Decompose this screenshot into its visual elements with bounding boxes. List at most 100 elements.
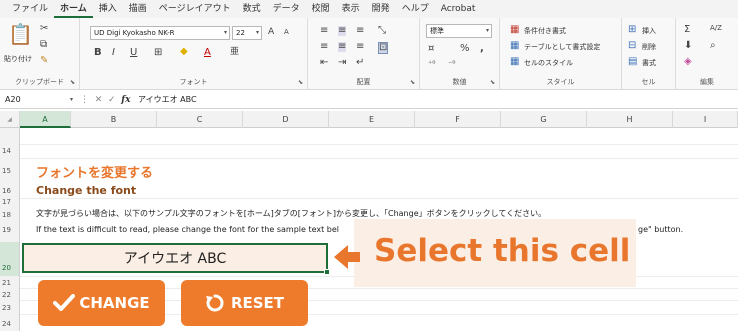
tab-file[interactable]: ファイル [6, 0, 54, 18]
delete-cells-button[interactable]: 削除 [642, 42, 656, 52]
row-header-20[interactable]: 20 [0, 242, 20, 276]
row-header-24[interactable]: 24 [0, 314, 20, 331]
clear-icon[interactable]: ◈ [684, 57, 692, 67]
fill-handle[interactable] [324, 269, 330, 275]
borders-icon[interactable]: ⊞ [154, 48, 162, 58]
cell-styles-button[interactable]: セルのスタイル [524, 58, 573, 68]
column-header-c[interactable]: C [157, 111, 243, 128]
number-format-select[interactable]: 標準 ▾ [426, 24, 492, 38]
sort-filter-button[interactable]: A/Z [710, 25, 722, 32]
font-color-button[interactable]: A [204, 48, 211, 58]
decrease-indent-icon[interactable]: ⇤ [320, 58, 328, 68]
column-header-g[interactable]: G [501, 111, 587, 128]
fill-color-icon[interactable]: ◆ [180, 47, 188, 57]
row-header-18[interactable]: 18 [0, 206, 20, 222]
paste-icon[interactable]: 📋 [8, 24, 33, 44]
column-header-f[interactable]: F [415, 111, 501, 128]
enter-icon[interactable]: ✓ [108, 95, 116, 105]
row-header-16[interactable]: 16 [0, 180, 20, 198]
tab-developer[interactable]: 開発 [366, 0, 396, 18]
align-left-icon[interactable]: ≡ [320, 42, 328, 52]
clipboard-launcher-icon[interactable]: ⬊ [70, 79, 75, 86]
delete-cells-icon[interactable]: ⊟ [628, 41, 636, 51]
row-header-21[interactable]: 21 [0, 276, 20, 288]
grow-font-icon[interactable]: A [268, 28, 274, 37]
cell-a20[interactable]: アイウエオ ABC [22, 243, 328, 273]
row-header-14[interactable]: 14 [0, 144, 20, 158]
align-bottom-icon[interactable]: ≡ [356, 26, 364, 36]
column-header-h[interactable]: H [587, 111, 673, 128]
align-center-icon[interactable]: ≡ [338, 42, 347, 52]
percent-button[interactable]: % [460, 44, 470, 54]
tab-acrobat[interactable]: Acrobat [435, 0, 482, 18]
more-icon[interactable]: ⋮ [80, 95, 89, 105]
cell-styles-icon[interactable]: ▦ [510, 57, 519, 67]
column-header-d[interactable]: D [243, 111, 329, 128]
tab-insert[interactable]: 挿入 [93, 0, 123, 18]
format-as-table-icon[interactable]: ▦ [510, 41, 519, 51]
tab-view[interactable]: 表示 [336, 0, 366, 18]
alignment-launcher-icon[interactable]: ⬊ [410, 79, 415, 86]
row-header-23[interactable]: 23 [0, 300, 20, 314]
format-cells-icon[interactable]: ▤ [628, 57, 637, 67]
cut-icon[interactable]: ✂ [40, 24, 48, 34]
tab-review[interactable]: 校閲 [306, 0, 336, 18]
bold-button[interactable]: B [94, 48, 102, 58]
conditional-format-icon[interactable]: ▦ [510, 25, 519, 35]
conditional-format-button[interactable]: 条件付き書式 [524, 26, 566, 36]
increase-decimal-icon[interactable]: ⁺⁰ [428, 60, 435, 68]
cancel-icon[interactable]: ✕ [95, 95, 103, 105]
tab-data[interactable]: データ [267, 0, 306, 18]
paste-label[interactable]: 貼り付け [4, 54, 32, 64]
fx-icon[interactable]: fx [121, 95, 130, 105]
shrink-font-icon[interactable]: A [284, 29, 289, 36]
format-as-table-button[interactable]: テーブルとして書式設定 [524, 42, 600, 52]
tab-help[interactable]: ヘルプ [396, 0, 435, 18]
ribbon-tabs: ファイル ホーム 挿入 描画 ページレイアウト 数式 データ 校閲 表示 開発 … [0, 0, 738, 18]
change-button[interactable]: CHANGE [38, 280, 165, 326]
formula-input[interactable]: アイウエオ ABC [138, 93, 197, 107]
column-header-i[interactable]: I [673, 111, 738, 128]
decrease-decimal-icon[interactable]: ⁻⁰ [448, 60, 455, 68]
orientation-icon[interactable]: ⤡ [378, 26, 386, 36]
row-header-22[interactable]: 22 [0, 288, 20, 300]
phonetic-button[interactable]: 亜 [230, 48, 239, 57]
insert-cells-icon[interactable]: ⊞ [628, 25, 636, 35]
wrap-text-icon[interactable]: ↵ [356, 58, 364, 68]
row-header-17[interactable]: 17 [0, 198, 20, 206]
name-box[interactable]: A20 ▾ [3, 93, 75, 107]
copy-icon[interactable]: ⧉ [40, 40, 47, 50]
format-painter-icon[interactable]: ✎ [40, 56, 48, 66]
autosum-button[interactable]: Σ [684, 25, 690, 35]
align-right-icon[interactable]: ≡ [356, 42, 364, 52]
fill-icon[interactable]: ⬇ [684, 41, 692, 51]
align-top-icon[interactable]: ≡ [320, 26, 328, 36]
merge-center-icon[interactable]: ⊡ [378, 42, 389, 54]
underline-button[interactable]: U [130, 48, 137, 58]
column-header-a[interactable]: A [20, 111, 71, 128]
align-middle-icon[interactable]: ≡ [338, 26, 347, 36]
clipboard-group-label: クリップボード [15, 78, 64, 86]
number-launcher-icon[interactable]: ⬊ [490, 79, 495, 86]
column-header-b[interactable]: B [71, 111, 157, 128]
insert-cells-button[interactable]: 挿入 [642, 26, 656, 36]
select-all-icon[interactable]: ◢ [0, 111, 20, 128]
font-launcher-icon[interactable]: ⬊ [298, 79, 303, 86]
format-cells-button[interactable]: 書式 [642, 58, 656, 68]
increase-indent-icon[interactable]: ⇥ [338, 58, 346, 68]
find-icon[interactable]: ⌕ [710, 41, 716, 51]
row-header-15[interactable]: 15 [0, 158, 20, 180]
comma-button[interactable]: , [480, 44, 484, 54]
font-size-select[interactable]: 22 ▾ [232, 26, 262, 40]
font-name-select[interactable]: UD Digi Kyokasho NK-R ▾ [90, 26, 230, 40]
tab-page-layout[interactable]: ページレイアウト [153, 0, 237, 18]
tab-draw[interactable]: 描画 [123, 0, 153, 18]
font-group-label: フォント [179, 78, 208, 86]
currency-icon[interactable]: ¤ [428, 44, 434, 54]
tab-home[interactable]: ホーム [54, 0, 93, 18]
column-header-e[interactable]: E [329, 111, 415, 128]
row-header-19[interactable]: 19 [0, 222, 20, 242]
tab-formulas[interactable]: 数式 [237, 0, 267, 18]
reset-button[interactable]: RESET [181, 280, 308, 326]
italic-button[interactable]: I [112, 48, 115, 58]
